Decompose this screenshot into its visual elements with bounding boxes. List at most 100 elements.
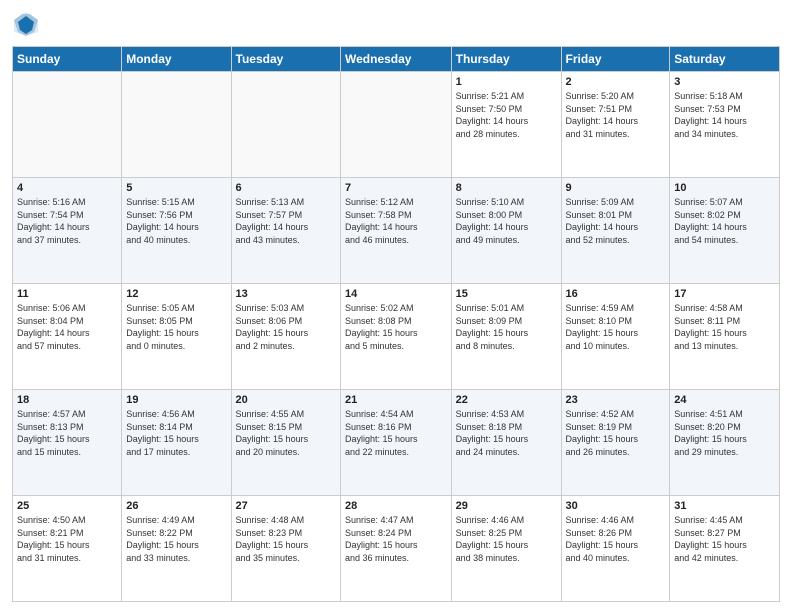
day-cell: 10 Sunrise: 5:07 AM Sunset: 8:02 PM Dayli… [670,178,780,284]
col-header-monday: Monday [122,47,231,72]
day-cell: 21 Sunrise: 4:54 AM Sunset: 8:16 PM Dayli… [341,390,452,496]
day-cell: 25 Sunrise: 4:50 AM Sunset: 8:21 PM Dayli… [13,496,122,602]
header [12,10,780,38]
day-cell: 20 Sunrise: 4:55 AM Sunset: 8:15 PM Dayli… [231,390,340,496]
day-number: 4 [17,182,117,194]
day-info: Sunrise: 5:13 AM Sunset: 7:57 PM Dayligh… [236,196,336,246]
day-number: 16 [566,288,666,300]
calendar-table: SundayMondayTuesdayWednesdayThursdayFrid… [12,46,780,602]
day-cell: 29 Sunrise: 4:46 AM Sunset: 8:25 PM Dayli… [451,496,561,602]
day-cell: 17Sunrise: 4:58 AM Sunset: 8:11 PM Dayli… [670,284,780,390]
col-header-friday: Friday [561,47,670,72]
day-cell: 15 Sunrise: 5:01 AM Sunset: 8:09 PM Dayli… [451,284,561,390]
day-number: 23 [566,394,666,406]
day-number: 9 [566,182,666,194]
day-number: 17 [674,288,775,300]
logo [12,10,44,38]
day-cell: 18 Sunrise: 4:57 AM Sunset: 8:13 PM Dayli… [13,390,122,496]
day-number: 2 [566,76,666,88]
day-info: Sunrise: 4:50 AM Sunset: 8:21 PM Dayligh… [17,514,117,564]
day-info: Sunrise: 4:49 AM Sunset: 8:22 PM Dayligh… [126,514,226,564]
day-info: Sunrise: 5:21 AM Sunset: 7:50 PM Dayligh… [456,90,557,140]
day-number: 10 [674,182,775,194]
day-number: 6 [236,182,336,194]
day-number: 20 [236,394,336,406]
day-cell: 9 Sunrise: 5:09 AM Sunset: 8:01 PM Daylig… [561,178,670,284]
day-cell: 1 Sunrise: 5:21 AM Sunset: 7:50 PM Daylig… [451,72,561,178]
header-row: SundayMondayTuesdayWednesdayThursdayFrid… [13,47,780,72]
day-number: 22 [456,394,557,406]
day-info: Sunrise: 5:12 AM Sunset: 7:58 PM Dayligh… [345,196,447,246]
day-info: Sunrise: 4:57 AM Sunset: 8:13 PM Dayligh… [17,408,117,458]
day-info: Sunrise: 5:16 AM Sunset: 7:54 PM Dayligh… [17,196,117,246]
day-cell [231,72,340,178]
day-info: Sunrise: 5:18 AM Sunset: 7:53 PM Dayligh… [674,90,775,140]
day-info: Sunrise: 5:09 AM Sunset: 8:01 PM Dayligh… [566,196,666,246]
day-info: Sunrise: 5:07 AM Sunset: 8:02 PM Dayligh… [674,196,775,246]
day-number: 29 [456,500,557,512]
day-number: 5 [126,182,226,194]
day-info: Sunrise: 4:52 AM Sunset: 8:19 PM Dayligh… [566,408,666,458]
day-info: Sunrise: 5:20 AM Sunset: 7:51 PM Dayligh… [566,90,666,140]
day-cell: 12 Sunrise: 5:05 AM Sunset: 8:05 PM Dayli… [122,284,231,390]
day-info: Sunrise: 4:54 AM Sunset: 8:16 PM Dayligh… [345,408,447,458]
day-number: 13 [236,288,336,300]
day-info: Sunrise: 5:15 AM Sunset: 7:56 PM Dayligh… [126,196,226,246]
day-info: Sunrise: 4:46 AM Sunset: 8:26 PM Dayligh… [566,514,666,564]
day-info: Sunrise: 4:47 AM Sunset: 8:24 PM Dayligh… [345,514,447,564]
day-info: Sunrise: 5:05 AM Sunset: 8:05 PM Dayligh… [126,302,226,352]
week-row-3: 11 Sunrise: 5:06 AM Sunset: 8:04 PM Dayli… [13,284,780,390]
day-cell: 31 Sunrise: 4:45 AM Sunset: 8:27 PM Dayli… [670,496,780,602]
day-number: 27 [236,500,336,512]
day-number: 18 [17,394,117,406]
day-info: Sunrise: 5:10 AM Sunset: 8:00 PM Dayligh… [456,196,557,246]
day-cell: 28Sunrise: 4:47 AM Sunset: 8:24 PM Dayli… [341,496,452,602]
day-number: 8 [456,182,557,194]
day-number: 1 [456,76,557,88]
week-row-2: 4 Sunrise: 5:16 AM Sunset: 7:54 PM Daylig… [13,178,780,284]
day-number: 7 [345,182,447,194]
day-cell [122,72,231,178]
day-info: Sunrise: 5:03 AM Sunset: 8:06 PM Dayligh… [236,302,336,352]
day-info: Sunrise: 4:48 AM Sunset: 8:23 PM Dayligh… [236,514,336,564]
day-cell: 24 Sunrise: 4:51 AM Sunset: 8:20 PM Dayli… [670,390,780,496]
day-info: Sunrise: 4:45 AM Sunset: 8:27 PM Dayligh… [674,514,775,564]
day-number: 25 [17,500,117,512]
week-row-1: 1 Sunrise: 5:21 AM Sunset: 7:50 PM Daylig… [13,72,780,178]
col-header-sunday: Sunday [13,47,122,72]
page: SundayMondayTuesdayWednesdayThursdayFrid… [0,0,792,612]
day-cell: 22 Sunrise: 4:53 AM Sunset: 8:18 PM Dayli… [451,390,561,496]
day-info: Sunrise: 4:56 AM Sunset: 8:14 PM Dayligh… [126,408,226,458]
day-cell: 6 Sunrise: 5:13 AM Sunset: 7:57 PM Daylig… [231,178,340,284]
col-header-saturday: Saturday [670,47,780,72]
day-number: 15 [456,288,557,300]
day-info: Sunrise: 4:55 AM Sunset: 8:15 PM Dayligh… [236,408,336,458]
day-cell: 30 Sunrise: 4:46 AM Sunset: 8:26 PM Dayli… [561,496,670,602]
day-cell [13,72,122,178]
calendar: SundayMondayTuesdayWednesdayThursdayFrid… [12,46,780,602]
day-info: Sunrise: 4:46 AM Sunset: 8:25 PM Dayligh… [456,514,557,564]
day-number: 19 [126,394,226,406]
week-row-4: 18 Sunrise: 4:57 AM Sunset: 8:13 PM Dayli… [13,390,780,496]
day-number: 11 [17,288,117,300]
day-cell: 26Sunrise: 4:49 AM Sunset: 8:22 PM Dayli… [122,496,231,602]
day-info: Sunrise: 4:51 AM Sunset: 8:20 PM Dayligh… [674,408,775,458]
day-cell: 3 Sunrise: 5:18 AM Sunset: 7:53 PM Daylig… [670,72,780,178]
day-number: 24 [674,394,775,406]
day-number: 21 [345,394,447,406]
day-info: Sunrise: 5:06 AM Sunset: 8:04 PM Dayligh… [17,302,117,352]
day-info: Sunrise: 5:02 AM Sunset: 8:08 PM Dayligh… [345,302,447,352]
day-cell: 16Sunrise: 4:59 AM Sunset: 8:10 PM Dayli… [561,284,670,390]
day-number: 31 [674,500,775,512]
day-number: 30 [566,500,666,512]
day-cell: 4 Sunrise: 5:16 AM Sunset: 7:54 PM Daylig… [13,178,122,284]
day-cell: 23 Sunrise: 4:52 AM Sunset: 8:19 PM Dayli… [561,390,670,496]
day-cell: 2 Sunrise: 5:20 AM Sunset: 7:51 PM Daylig… [561,72,670,178]
logo-icon [12,10,40,38]
day-number: 12 [126,288,226,300]
day-number: 14 [345,288,447,300]
day-info: Sunrise: 5:01 AM Sunset: 8:09 PM Dayligh… [456,302,557,352]
col-header-thursday: Thursday [451,47,561,72]
day-info: Sunrise: 4:53 AM Sunset: 8:18 PM Dayligh… [456,408,557,458]
day-number: 3 [674,76,775,88]
